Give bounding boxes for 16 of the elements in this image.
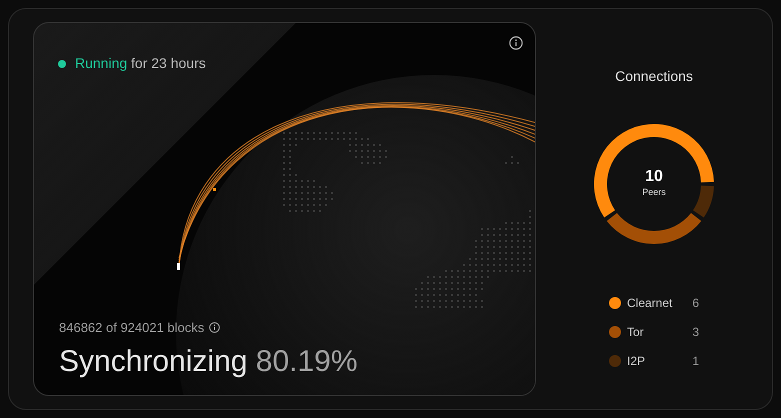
status-label: Running bbox=[75, 55, 128, 71]
legend-label: I2P bbox=[627, 353, 646, 370]
uptime-text: for 23 hours bbox=[131, 55, 206, 71]
legend-count: 3 bbox=[692, 324, 699, 341]
legend-count: 6 bbox=[692, 295, 699, 312]
connections-title: Connections bbox=[615, 67, 693, 86]
sync-percent: 80.19% bbox=[256, 345, 358, 378]
legend-label: Tor bbox=[627, 324, 645, 341]
info-icon[interactable] bbox=[209, 322, 220, 333]
info-icon[interactable] bbox=[509, 36, 523, 50]
peer-count: 10 bbox=[645, 168, 663, 186]
sync-label: Synchronizing bbox=[59, 345, 248, 378]
legend-count: 1 bbox=[692, 353, 699, 370]
block-count: 846862 of 924021 blocks bbox=[59, 318, 204, 336]
legend-label: Clearnet bbox=[627, 295, 674, 312]
peer-label: Peers bbox=[642, 186, 666, 200]
